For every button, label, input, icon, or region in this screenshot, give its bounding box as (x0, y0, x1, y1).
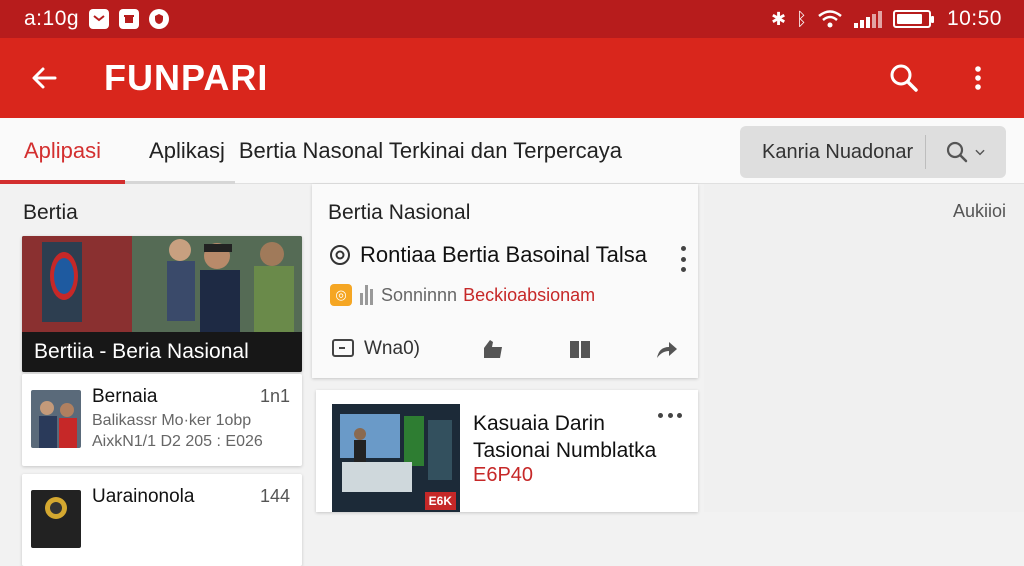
share-button[interactable] (654, 336, 680, 362)
tab-aplikasj[interactable]: Aplikasj (125, 118, 235, 184)
article-actions: Wna0) (330, 334, 680, 364)
mail-icon (89, 9, 110, 29)
secondary-article-price: E6P40 (473, 464, 534, 486)
search-icon (890, 64, 918, 92)
left-section-title: Bertia (23, 201, 78, 224)
featured-article-card[interactable]: Bertia Nasional Rontiaa Bertia Basoinal … (312, 184, 698, 378)
secondary-article-thumbnail: E6K (332, 404, 460, 512)
source-logo-icon: ◎ (330, 284, 352, 306)
status-bar: a:10g ✱ ᛒ 10:50 (0, 0, 1024, 38)
article-menu-button[interactable] (678, 246, 688, 272)
list-item[interactable]: Uarainonola 144 (22, 474, 302, 566)
right-column: Aukiioi (704, 184, 1024, 512)
list-item-count: 1n1 (259, 386, 290, 406)
hero-news-card[interactable]: Bertiia - Beria Nasional (22, 236, 302, 372)
bookmark-button[interactable] (567, 336, 593, 362)
list-item[interactable]: Bernaia 1n1 Balikassr Mo·ker 1obp AixkN1… (22, 374, 302, 466)
article-source-category[interactable]: Beckioabsionam (463, 285, 595, 306)
article-headline-row: Rontiaa Bertia Basoinal Talsa (328, 242, 647, 268)
search-dropdown-label: Kanria Nuadonar (762, 140, 914, 163)
back-button[interactable] (22, 56, 66, 100)
search-icon (946, 141, 968, 163)
overflow-menu-button[interactable] (956, 56, 1000, 100)
wifi-icon (818, 10, 842, 28)
hero-caption: Bertiia - Beria Nasional (22, 332, 302, 372)
list-item-count: 144 (259, 486, 290, 506)
list-item-subtitle-line1: Balikassr Mo·ker 1obp (92, 412, 252, 429)
list-item-title: Bernaia (92, 386, 158, 407)
search-dropdown-button[interactable] (926, 140, 1006, 164)
secondary-article-card[interactable]: E6K Kasuaia Darin Tasionai Numblatka E6P… (316, 390, 698, 512)
battery-icon (892, 10, 934, 28)
share-arrow-icon (656, 342, 677, 358)
comment-icon (332, 339, 354, 357)
thumb-icon (483, 340, 502, 358)
list-item-thumbnail (31, 390, 81, 448)
secondary-article-headline-line1: Kasuaia Darin (473, 412, 605, 435)
search-dropdown[interactable]: Kanria Nuadonar (740, 126, 1006, 178)
list-item-thumbnail (31, 490, 81, 548)
source-bars-icon (360, 285, 373, 305)
comment-count: Wna0) (364, 338, 420, 359)
bluetooth-alt-icon: ᛒ (796, 9, 807, 29)
secondary-article-headline-line2: Tasionai Numblatka (473, 439, 657, 462)
tab-aplipasi[interactable]: Aplipasi (0, 118, 126, 184)
article-source-name: Sonninnn (381, 284, 458, 305)
comment-button[interactable]: Wna0) (330, 336, 420, 362)
status-carrier-text: a:10g (24, 7, 80, 30)
like-button[interactable] (481, 336, 507, 362)
right-column-label: Aukiioi (952, 201, 1006, 221)
middle-section-title: Bertia Nasional (328, 201, 471, 224)
app-title: FUNPARI (104, 57, 269, 98)
store-icon (119, 9, 140, 29)
middle-column: Bertia Nasional Rontiaa Bertia Basoinal … (312, 184, 704, 512)
tab-headline: Bertia Nasonal Terkinai dan Terpercaya (238, 137, 623, 163)
arrow-left-icon (32, 67, 57, 89)
secondary-article-badge: E6K (424, 492, 456, 510)
signal-icon (853, 11, 882, 28)
more-vert-icon (975, 66, 981, 90)
secondary-article-menu-button[interactable] (658, 410, 682, 420)
list-item-title: Uarainonola (92, 486, 195, 507)
list-item-subtitle-line2: AixkN1/1 D2 205 : E026 (92, 433, 263, 450)
search-button[interactable] (882, 56, 926, 100)
article-source-row: ◎ Sonninnn Beckioabsionam (330, 284, 595, 306)
tab-bar: Aplipasi Aplikasj Bertia Nasonal Terkina… (0, 118, 1024, 184)
shield-icon (149, 9, 170, 29)
chevron-down-icon (975, 149, 985, 156)
book-icon (570, 341, 591, 358)
secondary-article-headline: Kasuaia Darin Tasionai Numblatka (473, 410, 656, 464)
at-icon (330, 245, 350, 265)
bluetooth-icon: ✱ (771, 9, 787, 29)
article-headline: Rontiaa Bertia Basoinal Talsa (360, 242, 647, 267)
app-bar: FUNPARI (0, 38, 1024, 118)
status-time: 10:50 (946, 7, 1002, 30)
left-column: Bertia Bertiia - Beria Nasional Bernaia … (0, 184, 310, 566)
list-item-subtitle: Balikassr Mo·ker 1obp AixkN1/1 D2 205 : … (92, 410, 263, 452)
